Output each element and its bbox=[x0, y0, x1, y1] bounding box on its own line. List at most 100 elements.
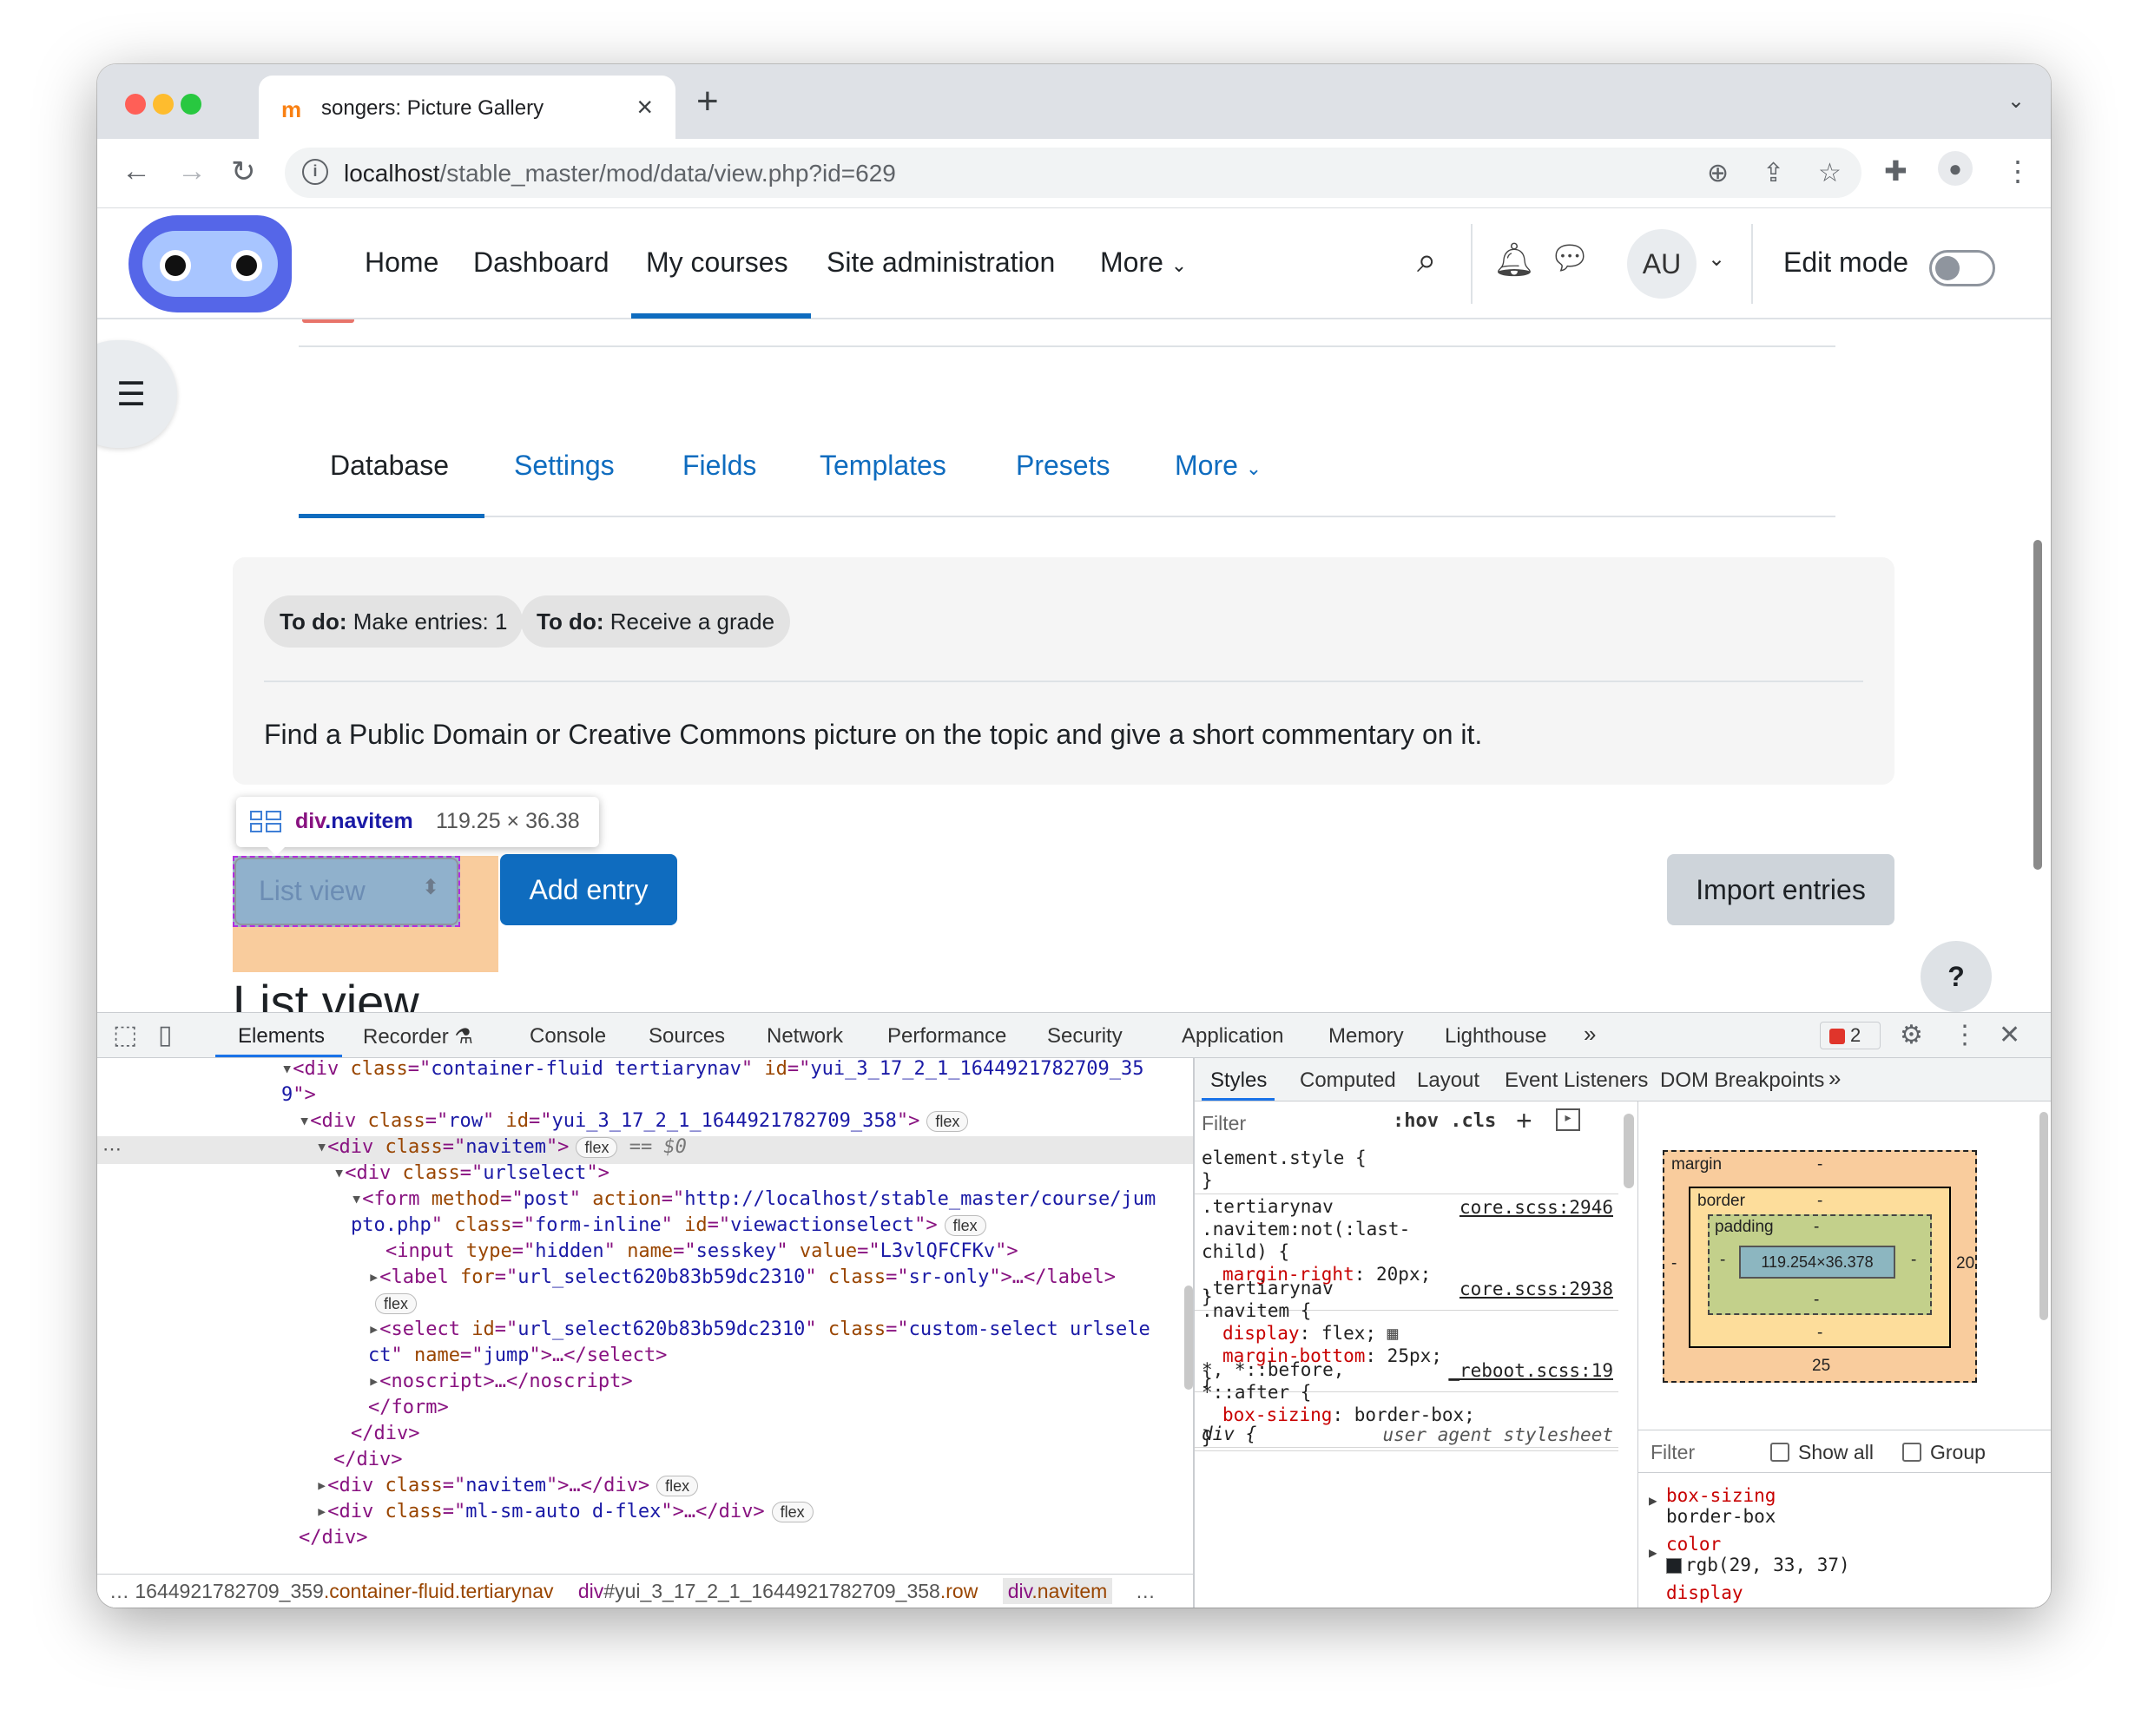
back-icon[interactable]: ← bbox=[122, 155, 151, 188]
breadcrumb-item-2-id[interactable]: #yui_3_17_2_1_1644921782709_358 bbox=[603, 1580, 940, 1602]
flex-badge[interactable]: flex bbox=[771, 1502, 814, 1522]
devtools-tab-lighthouse[interactable]: Lighthouse bbox=[1445, 1024, 1546, 1049]
inspect-element-icon[interactable]: ⬚ bbox=[113, 1020, 137, 1050]
dom-line[interactable]: </div> bbox=[299, 1525, 367, 1551]
devtools-tab-memory[interactable]: Memory bbox=[1328, 1024, 1404, 1049]
flex-badge[interactable]: flex bbox=[656, 1476, 699, 1496]
more-tabs-icon[interactable]: » bbox=[1584, 1021, 1596, 1048]
tab-fields[interactable]: Fields bbox=[682, 450, 756, 482]
messages-icon[interactable]: 💬︎ bbox=[1549, 240, 1591, 278]
close-window-button[interactable] bbox=[125, 94, 146, 115]
rule-declaration[interactable]: display: flex; ▦ bbox=[1202, 1322, 1611, 1345]
flex-badge[interactable]: flex bbox=[944, 1215, 986, 1236]
rule-source-link[interactable]: _reboot.scss:19 bbox=[1448, 1360, 1613, 1381]
show-all-checkbox[interactable] bbox=[1770, 1443, 1789, 1462]
computed-filter-input[interactable]: Filter bbox=[1651, 1441, 1695, 1464]
color-swatch[interactable] bbox=[1666, 1558, 1682, 1574]
close-tab-icon[interactable]: × bbox=[636, 91, 653, 123]
style-rule[interactable]: div {user agent stylesheet bbox=[1195, 1421, 1618, 1448]
tab-more[interactable]: More ⌄ bbox=[1175, 450, 1262, 482]
dom-line[interactable]: pto.php" class="form-inline" id="viewact… bbox=[351, 1213, 986, 1239]
tab-search-chevron-icon[interactable]: ⌄ bbox=[2007, 89, 2025, 114]
course-index-drawer-button[interactable]: ☰ bbox=[97, 340, 177, 448]
devtools-tab-elements[interactable]: Elements bbox=[238, 1024, 325, 1049]
help-button[interactable]: ? bbox=[1921, 941, 1992, 1012]
dom-line[interactable]: ct" name="jump">…</select> bbox=[368, 1343, 667, 1369]
forward-icon[interactable]: → bbox=[177, 155, 207, 188]
dom-line[interactable]: ▾<div class="container-fluid tertiarynav… bbox=[281, 1058, 1143, 1082]
import-entries-button[interactable]: Import entries bbox=[1667, 854, 1894, 925]
browser-menu-icon[interactable]: ⋮ bbox=[2004, 155, 2032, 187]
edit-mode-toggle[interactable] bbox=[1929, 250, 1995, 286]
expand-icon[interactable]: ▶ bbox=[1649, 1492, 1657, 1509]
dom-line[interactable]: ▸<div class="navitem">…</div> flex bbox=[316, 1473, 699, 1499]
reload-icon[interactable]: ↻ bbox=[231, 155, 256, 189]
user-avatar[interactable]: AU bbox=[1627, 229, 1697, 299]
dom-line[interactable]: 9"> bbox=[281, 1082, 316, 1108]
tab-templates[interactable]: Templates bbox=[820, 450, 946, 482]
breadcrumb-item-1-class[interactable]: .container-fluid.tertiarynav bbox=[324, 1580, 554, 1602]
search-icon[interactable]: ⌕ bbox=[1417, 241, 1436, 280]
elements-scrollbar[interactable] bbox=[1184, 1286, 1193, 1390]
devtools-tab-network[interactable]: Network bbox=[767, 1024, 843, 1049]
box-model-content-size[interactable]: 119.254×36.378 bbox=[1739, 1246, 1895, 1279]
node-actions-ellipsis-icon[interactable]: ⋯ bbox=[102, 1136, 122, 1162]
extensions-icon[interactable]: ✚ bbox=[1884, 155, 1908, 187]
url-text[interactable]: localhost/stable_master/mod/data/view.ph… bbox=[344, 160, 896, 187]
tab-settings[interactable]: Settings bbox=[514, 450, 615, 482]
rule-source-link[interactable]: core.scss:2946 bbox=[1459, 1197, 1613, 1218]
bookmark-star-icon[interactable]: ☆ bbox=[1818, 158, 1842, 188]
devtools-tab-security[interactable]: Security bbox=[1047, 1024, 1123, 1049]
devtools-tab-recorder[interactable]: Recorder ⚗ bbox=[363, 1024, 473, 1049]
flex-badge[interactable]: flex bbox=[576, 1137, 618, 1158]
dom-line[interactable]: </div> bbox=[333, 1447, 402, 1473]
devtools-tab-performance[interactable]: Performance bbox=[887, 1024, 1006, 1049]
styles-filter-input[interactable]: Filter bbox=[1202, 1112, 1375, 1135]
dom-line[interactable]: ▸<select id="url_select620b83b59dc2310" … bbox=[368, 1317, 1150, 1343]
hov-cls-toggles[interactable]: :hov .cls bbox=[1393, 1110, 1496, 1132]
side-tab-layout[interactable]: Layout bbox=[1417, 1069, 1479, 1093]
notification-bell-icon[interactable]: 🔔︎ bbox=[1493, 241, 1535, 279]
side-tab-event-listeners[interactable]: Event Listeners bbox=[1505, 1069, 1648, 1093]
breadcrumb-trail[interactable]: … bbox=[1136, 1580, 1156, 1602]
breadcrumb-item-2-class[interactable]: .row bbox=[940, 1580, 978, 1602]
nav-more[interactable]: More ⌄ bbox=[1100, 247, 1187, 279]
breadcrumb-ellipsis[interactable]: … bbox=[109, 1580, 129, 1602]
flex-badge[interactable]: flex bbox=[926, 1111, 969, 1132]
dom-line-selected[interactable]: ▾<div class="navitem"> flex == $0 bbox=[316, 1134, 687, 1161]
share-icon[interactable]: ⇪ bbox=[1763, 158, 1784, 188]
box-model-scrollbar[interactable] bbox=[2039, 1112, 2048, 1320]
style-rule[interactable]: element.style {} bbox=[1195, 1145, 1618, 1194]
rule-source-link[interactable]: core.scss:2938 bbox=[1459, 1279, 1613, 1299]
devtools-tab-sources[interactable]: Sources bbox=[649, 1024, 725, 1049]
error-count-badge[interactable]: 2 bbox=[1820, 1022, 1881, 1049]
profile-icon[interactable]: ● bbox=[1938, 151, 1973, 186]
browser-tab[interactable]: m songers: Picture Gallery × bbox=[259, 76, 675, 139]
zoom-window-button[interactable] bbox=[181, 94, 201, 115]
group-checkbox[interactable] bbox=[1902, 1443, 1921, 1462]
devtools-tab-console[interactable]: Console bbox=[530, 1024, 606, 1049]
dom-line[interactable]: ▸<noscript>…</noscript> bbox=[368, 1369, 633, 1395]
dom-line[interactable]: ▾<div class="urlselect"> bbox=[333, 1161, 609, 1187]
tab-presets[interactable]: Presets bbox=[1016, 450, 1110, 482]
dom-line[interactable]: flex bbox=[368, 1291, 418, 1317]
add-entry-button[interactable]: Add entry bbox=[500, 854, 677, 925]
breadcrumb-item-3[interactable]: div.navitem bbox=[1002, 1578, 1113, 1604]
nav-my-courses[interactable]: My courses bbox=[646, 247, 788, 279]
expand-icon[interactable]: ▶ bbox=[1649, 1544, 1657, 1561]
new-tab-button[interactable]: + bbox=[696, 80, 719, 123]
zoom-icon[interactable]: ⊕ bbox=[1707, 158, 1729, 188]
dom-line[interactable]: </form> bbox=[368, 1395, 449, 1421]
breadcrumb-item-1-id[interactable]: 1644921782709_359 bbox=[129, 1580, 323, 1602]
address-bar[interactable]: i localhost/stable_master/mod/data/view.… bbox=[285, 148, 1861, 198]
nav-home[interactable]: Home bbox=[365, 247, 438, 279]
dom-line[interactable]: ▾<form method="post" action="http://loca… bbox=[351, 1187, 1156, 1213]
close-devtools-icon[interactable]: ✕ bbox=[1999, 1020, 2020, 1050]
dom-line[interactable]: ▸<label for="url_select620b83b59dc2310" … bbox=[368, 1265, 1116, 1291]
toggle-sidebar-icon[interactable]: ▸ bbox=[1556, 1108, 1580, 1131]
dom-line[interactable]: ▸<div class="ml-sm-auto d-flex">…</div> f… bbox=[316, 1499, 814, 1525]
dom-line[interactable]: <input type="hidden" name="sesskey" valu… bbox=[385, 1239, 1018, 1265]
side-tab-dom-breakpoints[interactable]: DOM Breakpoints bbox=[1660, 1069, 1824, 1093]
dom-line[interactable]: </div> bbox=[351, 1421, 419, 1447]
new-style-rule-icon[interactable]: + bbox=[1516, 1105, 1532, 1137]
